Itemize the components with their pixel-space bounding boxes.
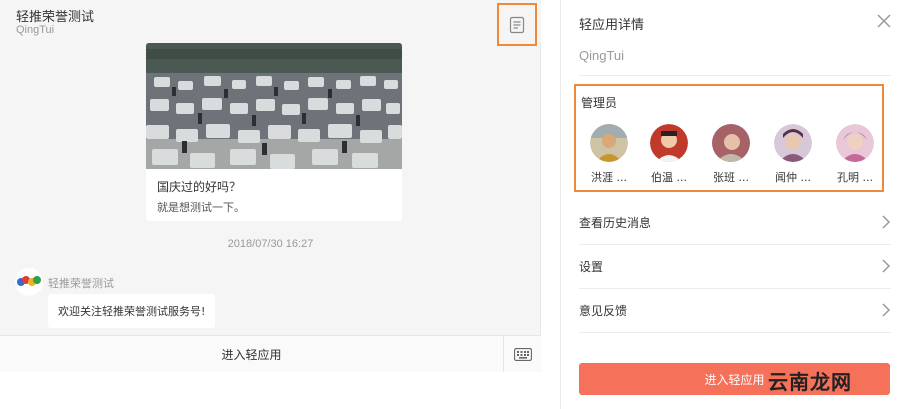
admin-name: 洪涯 ... [591,171,627,184]
article-description: 就是想测试一下。 [157,201,245,214]
close-icon[interactable] [875,12,893,30]
menu-label: 意见反馈 [579,303,628,318]
detail-subtitle: QingTui [579,48,625,63]
chevron-right-icon [882,259,891,273]
detail-title: 轻应用详情 [579,18,645,33]
article-card[interactable]: 国庆过的好吗？ 就是想测试一下。 [146,43,402,221]
chevron-right-icon [882,215,891,229]
avatar [836,124,874,162]
avatar [590,124,628,162]
admin-name: 张班 ... [713,171,749,184]
divider [579,75,891,76]
watermark: 云南龙网 [768,370,852,394]
keyboard-toggle-button[interactable] [503,336,541,372]
admin-list: 洪涯 ... 伯温 ... 张班 ... 闻仲 ... 孔明 ... [576,124,882,186]
admin-item[interactable]: 孔明 ... [824,124,886,185]
bot-message-bubble: 欢迎关注轻推荣誉测试服务号! [48,294,216,328]
admin-item[interactable]: 洪涯 ... [578,124,640,185]
enter-app-link[interactable]: 进入轻应用 [0,336,503,372]
bot-avatar [15,268,43,296]
menu-item-settings[interactable]: 设置 [579,244,891,288]
admin-item[interactable]: 伯温 ... [638,124,700,185]
avatar [774,124,812,162]
admin-section: 管理员 洪涯 ... 伯温 ... 张班 ... 闻仲 ... 孔明 ... [574,84,884,192]
admin-item[interactable]: 张班 ... [700,124,762,185]
keyboard-icon [513,347,532,361]
menu-item-feedback[interactable]: 意见反馈 [579,288,891,332]
admin-label: 管理员 [581,96,618,110]
bot-name: 轻推荣誉测试 [48,277,114,290]
menu-label: 查看历史消息 [579,215,652,230]
avatar [712,124,750,162]
message-timestamp: 2018/07/30 16:27 [227,238,314,250]
article-image [146,43,402,169]
admin-item[interactable]: 闻仲 ... [762,124,824,185]
menu-item-history[interactable]: 查看历史消息 [579,200,891,244]
bot-message-text: 欢迎关注轻推荣誉测试服务号! [58,305,206,318]
chat-footer: 进入轻应用 [0,335,541,372]
menu-label: 设置 [579,259,604,274]
avatar [650,124,688,162]
app-detail-panel: 轻应用详情 QingTui 管理员 洪涯 ... 伯温 ... 张班 ... 闻… [560,0,901,409]
admin-name: 孔明 ... [837,171,873,184]
article-title: 国庆过的好吗？ [157,180,242,194]
document-icon [509,16,525,33]
admin-name: 闻仲 ... [775,171,811,184]
chat-panel: 轻推荣誉测试 QingTui 国庆过的好吗？ 就是想测试一下。 2018/07/… [0,0,541,372]
chat-header: 轻推荣誉测试 QingTui [0,0,541,46]
chat-title: 轻推荣誉测试 [16,10,95,25]
divider [579,332,891,333]
app-detail-button[interactable] [497,3,537,46]
chat-subtitle: QingTui [16,24,55,36]
admin-name: 伯温 ... [651,171,687,184]
chevron-right-icon [882,303,891,317]
